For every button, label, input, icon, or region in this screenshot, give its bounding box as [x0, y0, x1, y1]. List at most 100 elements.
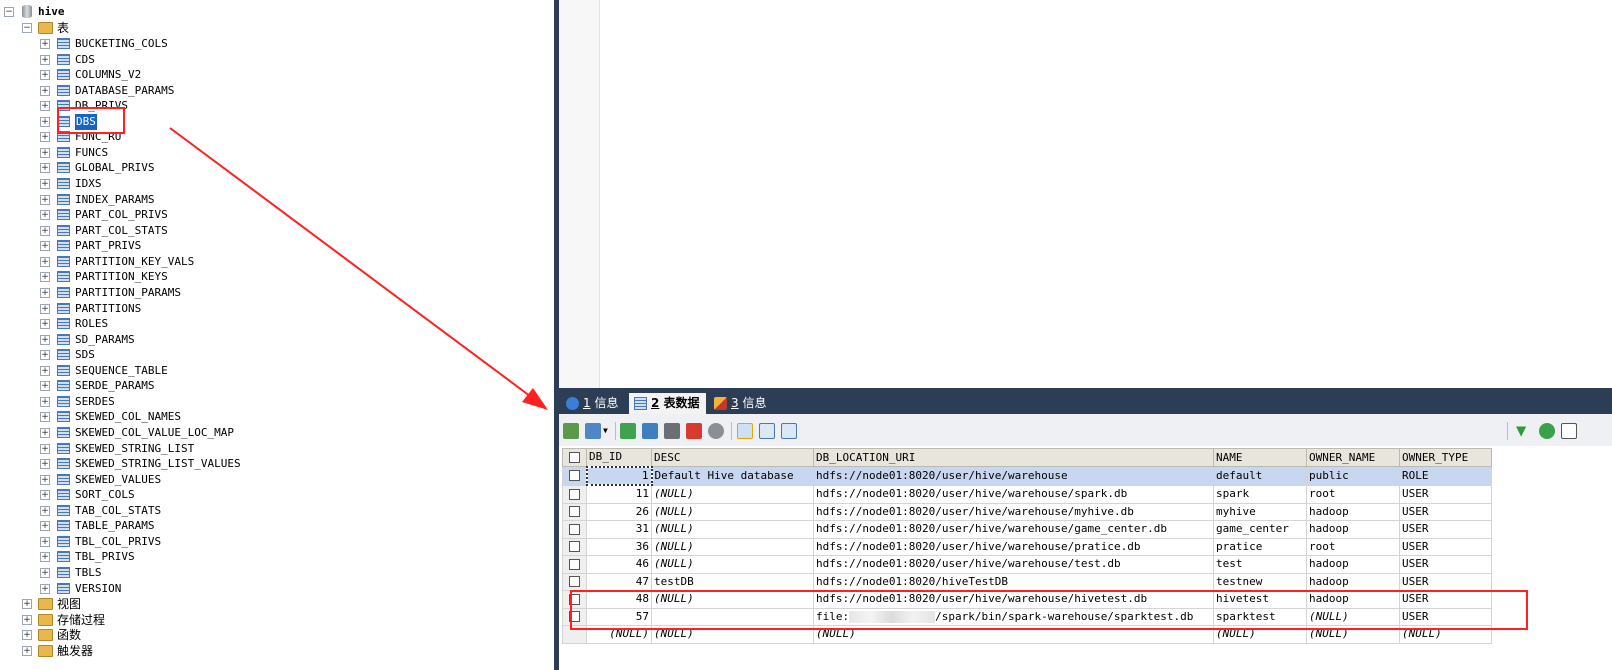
table-cell[interactable]: myhive	[1213, 502, 1307, 521]
table-cell[interactable]: 31	[586, 520, 652, 539]
text-view-icon[interactable]	[781, 423, 797, 439]
collapse-icon[interactable]: −	[4, 7, 14, 17]
table-cell[interactable]: hdfs://node01:8020/user/hive/warehouse	[813, 466, 1214, 486]
table-cell[interactable]: hdfs://node01:8020/user/hive/warehouse/p…	[813, 537, 1214, 556]
table-cell[interactable]: USER	[1399, 520, 1492, 539]
expand-icon[interactable]: +	[40, 583, 50, 594]
tab-table-data[interactable]: 2 表数据	[629, 393, 706, 414]
tree-node-table[interactable]: + TAB_COL_STATS	[0, 503, 554, 519]
table-cell[interactable]: 11	[586, 484, 652, 504]
expand-icon[interactable]: +	[40, 412, 50, 423]
table-row[interactable]: 26 (NULL) hdfs://node01:8020/user/hive/war…	[562, 502, 1492, 521]
tree-node-folder[interactable]: + 存储过程	[0, 612, 554, 628]
checkbox-icon[interactable]	[569, 558, 580, 570]
table-cell[interactable]: ROLE	[1399, 466, 1492, 486]
table-cell[interactable]: root	[1306, 537, 1400, 556]
row-selector[interactable]	[562, 572, 587, 591]
table-cell[interactable]: public	[1306, 466, 1400, 486]
tree-node-table[interactable]: + INDEX_PARAMS	[0, 192, 554, 208]
expand-icon[interactable]: +	[22, 599, 32, 609]
tree-node-table[interactable]: + BUCKETING_COLS	[0, 36, 554, 52]
duplicate-row-icon[interactable]	[642, 423, 658, 439]
table-cell[interactable]: spark	[1213, 484, 1307, 504]
expand-icon[interactable]: +	[40, 116, 50, 127]
form-view-icon[interactable]	[759, 423, 775, 439]
grid-view-icon[interactable]	[737, 423, 753, 439]
collapse-icon[interactable]: −	[22, 23, 32, 33]
tree-node-table[interactable]: + SKEWED_STRING_LIST	[0, 441, 554, 457]
table-cell[interactable]: 26	[586, 502, 652, 521]
expand-icon[interactable]: +	[40, 428, 50, 438]
checkbox-icon[interactable]	[569, 576, 580, 588]
expand-icon[interactable]: +	[40, 39, 50, 49]
expand-icon[interactable]: +	[40, 443, 50, 454]
expand-icon[interactable]: +	[40, 381, 50, 392]
expand-icon[interactable]: +	[40, 474, 50, 485]
tree-node-folder[interactable]: + 触发器	[0, 643, 554, 659]
checkbox-icon[interactable]	[569, 488, 580, 500]
chevron-down-icon[interactable]: ▼	[603, 426, 608, 435]
tree-node-table[interactable]: + FUNCS	[0, 145, 554, 161]
tree-node-table[interactable]: + SERDE_PARAMS	[0, 378, 554, 394]
checkbox-icon[interactable]	[569, 452, 580, 463]
tree-node-table[interactable]: + TABLE_PARAMS	[0, 518, 554, 534]
table-cell[interactable]: hdfs://node01:8020/hiveTestDB	[813, 572, 1214, 591]
expand-icon[interactable]: +	[40, 521, 50, 532]
table-cell[interactable]: default	[1213, 466, 1307, 486]
column-header[interactable]: NAME	[1213, 448, 1307, 467]
expand-icon[interactable]: +	[40, 132, 50, 143]
checkbox-icon[interactable]	[569, 506, 580, 518]
tree-node-table[interactable]: + SEQUENCE_TABLE	[0, 363, 554, 379]
table-cell[interactable]: Default Hive database	[651, 466, 814, 486]
expand-icon[interactable]: +	[40, 241, 50, 252]
expand-icon[interactable]: +	[40, 552, 50, 563]
tree-node-table[interactable]: + DATABASE_PARAMS	[0, 83, 554, 99]
table-row[interactable]: 31 (NULL) hdfs://node01:8020/user/hive/war…	[562, 520, 1492, 539]
import-icon[interactable]	[585, 423, 601, 439]
query-editor[interactable]	[559, 0, 1612, 388]
tree-node-table[interactable]: + PARTITION_KEY_VALS	[0, 254, 554, 270]
cancel-changes-icon[interactable]	[708, 423, 724, 439]
tree-node-table[interactable]: + ROLES	[0, 316, 554, 332]
expand-icon[interactable]: +	[40, 568, 50, 579]
refresh-icon[interactable]	[1539, 423, 1555, 439]
table-cell[interactable]: hdfs://node01:8020/user/hive/warehouse/g…	[813, 520, 1214, 539]
expand-icon[interactable]: +	[40, 319, 50, 330]
tree-node-table[interactable]: + SKEWED_COL_NAMES	[0, 409, 554, 425]
table-cell[interactable]: (NULL)	[651, 520, 814, 539]
expand-icon[interactable]: +	[40, 365, 50, 376]
tree-node-table[interactable]: + PARTITION_PARAMS	[0, 285, 554, 301]
table-cell[interactable]: game_center	[1213, 520, 1307, 539]
table-cell[interactable]: 1	[585, 465, 653, 486]
table-cell[interactable]: hdfs://node01:8020/user/hive/warehouse/m…	[813, 502, 1214, 521]
tree-node-table[interactable]: + CDS	[0, 52, 554, 68]
table-cell[interactable]: USER	[1399, 484, 1492, 504]
table-cell[interactable]: (NULL)	[651, 484, 814, 504]
table-cell[interactable]: root	[1306, 484, 1400, 504]
table-cell[interactable]: hdfs://node01:8020/user/hive/warehouse/s…	[813, 484, 1214, 504]
table-row[interactable]: 11 (NULL) hdfs://node01:8020/user/hive/war…	[562, 484, 1492, 504]
expand-icon[interactable]: +	[40, 147, 50, 158]
row-selector[interactable]	[562, 555, 587, 574]
expand-icon[interactable]: +	[22, 630, 32, 641]
expand-icon[interactable]: +	[40, 70, 50, 81]
row-selector[interactable]	[562, 537, 587, 556]
table-cell[interactable]: pratice	[1213, 537, 1307, 556]
table-row[interactable]: 36 (NULL) hdfs://node01:8020/user/hive/war…	[562, 537, 1492, 556]
table-cell[interactable]: 36	[586, 537, 652, 556]
add-row-icon[interactable]	[620, 423, 636, 439]
expand-icon[interactable]: +	[40, 334, 50, 345]
table-cell[interactable]: hadoop	[1306, 572, 1400, 591]
table-cell[interactable]: hadoop	[1306, 520, 1400, 539]
checkbox-icon[interactable]	[569, 541, 580, 553]
table-cell[interactable]: USER	[1399, 555, 1492, 574]
tree-node-table[interactable]: + SERDES	[0, 394, 554, 410]
column-header[interactable]: DB_LOCATION_URI	[813, 448, 1214, 467]
delete-icon[interactable]	[686, 423, 702, 439]
tree-node-table[interactable]: + SKEWED_VALUES	[0, 472, 554, 488]
tree-node-table[interactable]: + COLUMNS_V2	[0, 67, 554, 83]
table-cell[interactable]: (NULL)	[651, 537, 814, 556]
expand-icon[interactable]: +	[40, 256, 50, 267]
tree-node-table[interactable]: + PART_PRIVS	[0, 238, 554, 254]
save-icon[interactable]	[664, 423, 680, 439]
